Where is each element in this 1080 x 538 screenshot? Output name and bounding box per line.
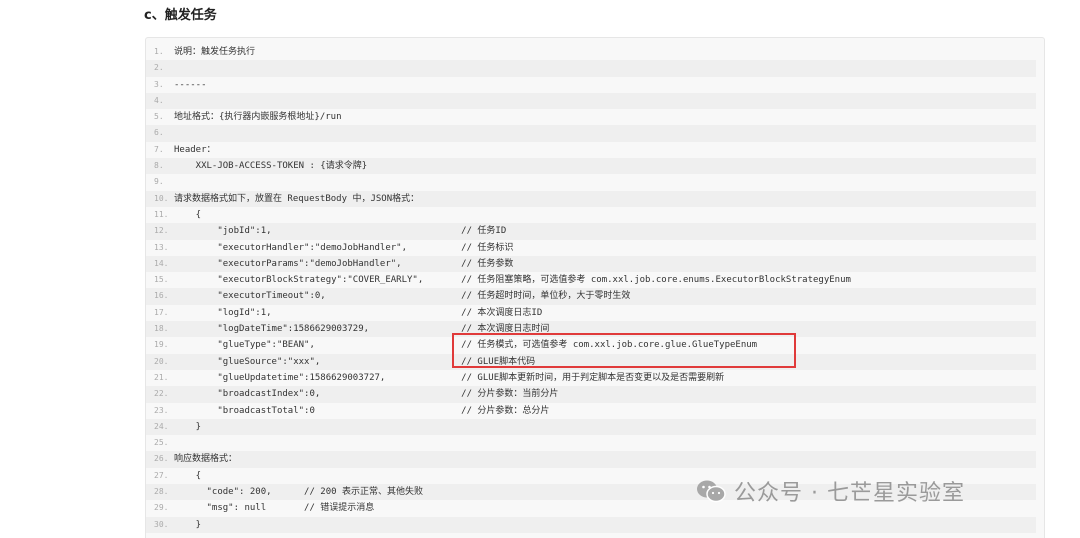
code-line: 23. "broadcastTotal":0 // 分片参数：总分片: [146, 403, 1036, 419]
line-number: 29.: [154, 503, 169, 513]
code-line: 12. "jobId":1, // 任务ID: [146, 223, 1036, 240]
line-number: 6.: [154, 128, 164, 138]
line-number: 26.: [154, 454, 169, 464]
line-number: 8.: [154, 161, 164, 171]
line-number: 13.: [154, 242, 169, 252]
line-number: 15.: [154, 275, 169, 285]
code-line: 15. "executorBlockStrategy":"COVER_EARLY…: [146, 272, 1036, 288]
watermark-text: 公众号 · 七芒星实验室: [734, 481, 965, 506]
code-line: 1. 说明：触发任务执行: [146, 44, 1036, 60]
code-text: Header：: [174, 144, 216, 155]
line-number: 23.: [154, 405, 169, 415]
code-text: {: [174, 470, 202, 481]
code-line: 26. 响应数据格式：: [146, 451, 1036, 468]
code-line: 24. }: [146, 418, 1036, 436]
code-lines: 1. 说明：触发任务执行 2. 3. ------ 4. 5. 地址格式：{执行器内嵌服务根地…: [146, 44, 1036, 533]
code-line: 18. "logDateTime":1586629003729, // 本次调度…: [146, 321, 1036, 338]
line-number: 21.: [154, 372, 169, 382]
code-text: "msg": null // 错误提示消息: [174, 503, 375, 514]
code-text: "logDateTime":1586629003729, // 本次调度日志时间: [174, 324, 550, 335]
code-line: 19. "glueType":"BEAN", // 任务模式，可选值参考 com…: [146, 337, 1036, 353]
code-text: "code": 200, // 200 表示正常、其他失败: [174, 487, 423, 498]
code-text: {: [174, 209, 202, 220]
code-text: }: [174, 421, 202, 432]
line-number: 24.: [154, 421, 169, 431]
code-text: "executorParams":"demoJobHandler", // 任务…: [174, 258, 514, 269]
code-text: ------: [174, 79, 207, 90]
code-line: 4.: [146, 92, 1036, 110]
code-text: 请求数据格式如下，放置在 RequestBody 中，JSON格式：: [174, 193, 420, 204]
code-line: 7. Header：: [146, 142, 1036, 158]
line-number: 22.: [154, 389, 169, 399]
code-line: 10. 请求数据格式如下，放置在 RequestBody 中，JSON格式：: [146, 190, 1036, 207]
code-text: "glueType":"BEAN", // 任务模式，可选值参考 com.xxl…: [174, 340, 758, 351]
code-line: 11. {: [146, 207, 1036, 223]
line-number: 28.: [154, 487, 169, 497]
code-text: "glueSource":"xxx", // GLUE脚本代码: [174, 356, 536, 367]
code-text: "executorTimeout":0, // 任务超时时间，单位秒，大于零时生…: [174, 291, 631, 302]
code-text: "logId":1, // 本次调度日志ID: [174, 307, 543, 318]
code-text: "executorHandler":"demoJobHandler", // 任…: [174, 242, 514, 253]
line-number: 18.: [154, 324, 169, 334]
code-line: 14. "executorParams":"demoJobHandler", /…: [146, 255, 1036, 273]
code-text: "glueUpdatetime":1586629003727, // GLUE脚…: [174, 372, 725, 383]
line-number: 10.: [154, 193, 169, 203]
line-number: 20.: [154, 356, 169, 366]
code-line: 13. "executorHandler":"demoJobHandler", …: [146, 240, 1036, 256]
line-number: 4.: [154, 95, 164, 105]
line-number: 7.: [154, 144, 164, 154]
code-line: 17. "logId":1, // 本次调度日志ID: [146, 305, 1036, 321]
line-number: 3.: [154, 79, 164, 89]
line-number: 1.: [154, 47, 164, 56]
section-heading: c、触发任务: [144, 8, 217, 23]
line-number: 19.: [154, 340, 169, 350]
code-line: 3. ------: [146, 77, 1036, 93]
code-text: }: [174, 519, 202, 530]
line-number: 16.: [154, 291, 169, 301]
line-number: 11.: [154, 209, 169, 219]
code-line: 20. "glueSource":"xxx", // GLUE脚本代码: [146, 353, 1036, 370]
code-line: 21. "glueUpdatetime":1586629003727, // G…: [146, 370, 1036, 386]
line-number: 30.: [154, 519, 169, 529]
code-line: 6.: [146, 125, 1036, 142]
code-line: 9.: [146, 174, 1036, 190]
code-line: 2.: [146, 60, 1036, 77]
code-block: 1. 说明：触发任务执行 2. 3. ------ 4. 5. 地址格式：{执行器内嵌服务根地…: [145, 37, 1045, 538]
watermark: 公众号 · 七芒星实验室: [696, 475, 965, 507]
line-number: 14.: [154, 258, 169, 268]
code-text: XXL-JOB-ACCESS-TOKEN : {请求令牌}: [174, 161, 368, 172]
wechat-icon: [697, 480, 726, 503]
code-line: 22. "broadcastIndex":0, // 分片参数：当前分片: [146, 386, 1036, 403]
line-number: 5.: [154, 112, 164, 122]
line-number: 12.: [154, 226, 169, 236]
line-number: 25.: [154, 438, 169, 448]
code-text: "executorBlockStrategy":"COVER_EARLY", /…: [174, 275, 851, 286]
code-line: 25.: [146, 435, 1036, 451]
code-text: "broadcastIndex":0, // 分片参数：当前分片: [174, 389, 559, 400]
line-number: 9.: [154, 177, 164, 187]
code-text: 说明：触发任务执行: [174, 47, 256, 57]
code-text: "jobId":1, // 任务ID: [174, 226, 507, 237]
line-number: 17.: [154, 307, 169, 317]
code-text: 地址格式：{执行器内嵌服务根地址}/run: [174, 112, 342, 123]
code-line: 30. }: [146, 516, 1036, 533]
code-text: 响应数据格式：: [174, 454, 238, 465]
code-text: "broadcastTotal":0 // 分片参数：总分片: [174, 405, 550, 416]
code-line: 5. 地址格式：{执行器内嵌服务根地址}/run: [146, 109, 1036, 125]
code-line: 8. XXL-JOB-ACCESS-TOKEN : {请求令牌}: [146, 158, 1036, 175]
line-number: 27.: [154, 470, 169, 480]
code-line: 16. "executorTimeout":0, // 任务超时时间，单位秒，大…: [146, 288, 1036, 305]
line-number: 2.: [154, 63, 164, 73]
